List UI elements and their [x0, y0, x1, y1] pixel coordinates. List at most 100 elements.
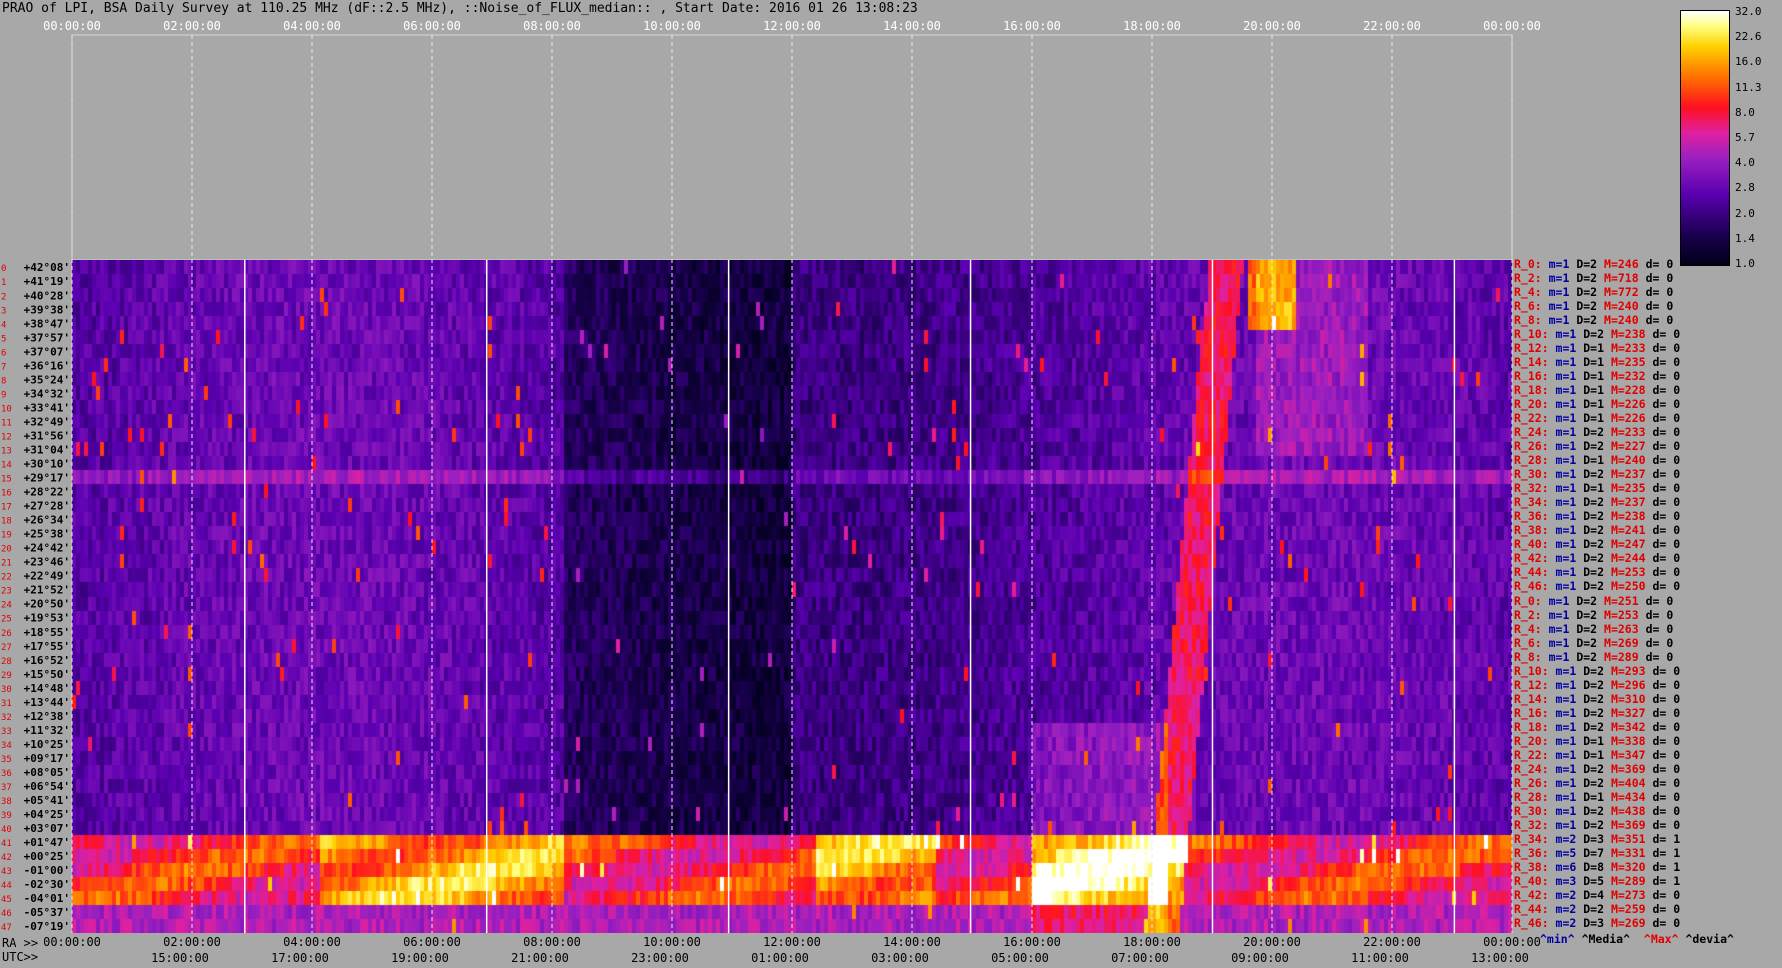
row-stat-field: m=1: [1541, 285, 1570, 300]
row-stat-field: M=240: [1604, 453, 1646, 468]
colorbar-tick-label: 22.6: [1735, 30, 1762, 44]
row-stat-field: M=241: [1604, 523, 1646, 538]
bottom-ra-tick-label: 04:00:00: [283, 935, 341, 949]
row-stat-field: m=1: [1548, 509, 1577, 524]
declination-label: +11°32': [24, 724, 70, 737]
row-stat-field: D=2: [1576, 579, 1605, 594]
row-index-label: 37: [1, 783, 12, 793]
row-stat-field: M=226: [1604, 411, 1646, 426]
row-stat-field: D=2: [1569, 313, 1598, 328]
row-stat-field: d= 0: [1645, 901, 1681, 916]
declination-label: +06°54': [24, 780, 70, 793]
declination-label: +04°25': [24, 808, 70, 821]
row-stat-field: d= 0: [1645, 677, 1681, 692]
top-ra-tick-label: 02:00:00: [163, 19, 221, 33]
row-stat-field: R_26:: [1514, 439, 1549, 454]
row-stat-field: m=1: [1548, 803, 1577, 818]
top-ra-tick-label: 22:00:00: [1363, 19, 1421, 33]
row-stat-field: D=1: [1576, 733, 1605, 748]
row-stat: R_2: m=1 D=2 M=253 d= 0: [1514, 608, 1673, 622]
row-index-label: 22: [1, 573, 12, 583]
row-stat: R_46: m=2 D=3 M=269 d= 0: [1514, 916, 1680, 930]
row-index-label: 31: [1, 699, 12, 709]
row-stat: R_20: m=1 D=1 M=338 d= 0: [1514, 734, 1680, 748]
row-stat-field: m=2: [1548, 901, 1577, 916]
row-stat-field: D=2: [1576, 775, 1605, 790]
row-stat-field: m=2: [1548, 887, 1577, 902]
row-stat-field: M=342: [1604, 719, 1646, 734]
row-index-label: 12: [1, 432, 12, 442]
declination-label: +18°55': [24, 626, 70, 639]
row-stat-field: M=293: [1604, 663, 1646, 678]
row-index-label: 36: [1, 769, 12, 779]
row-stat-field: R_2:: [1514, 271, 1542, 286]
row-stat: R_24: m=1 D=2 M=369 d= 0: [1514, 762, 1680, 776]
declination-label: +37°07': [24, 345, 70, 358]
row-stat-field: d= 0: [1638, 285, 1674, 300]
declination-label: +34°32': [24, 387, 70, 400]
row-stat-field: R_14:: [1514, 355, 1549, 370]
row-stat-field: d= 0: [1645, 733, 1681, 748]
row-index-label: 44: [1, 881, 12, 891]
row-index-label: 23: [1, 587, 12, 597]
top-ra-tick-label: 08:00:00: [523, 19, 581, 33]
row-stat-field: m=3: [1548, 873, 1577, 888]
row-stat-field: D=2: [1576, 551, 1605, 566]
bottom-ra-tick-label: 10:00:00: [643, 935, 701, 949]
row-stat-field: M=331: [1604, 845, 1646, 860]
row-stat-field: M=246: [1597, 257, 1639, 271]
declination-label: +13°44': [24, 696, 70, 709]
row-stat-field: m=1: [1548, 817, 1577, 832]
declination-label: +41°19': [24, 275, 70, 288]
row-stat-field: d= 0: [1645, 439, 1681, 454]
row-stat-field: R_40:: [1514, 537, 1549, 552]
top-ra-tick-label: 16:00:00: [1003, 19, 1061, 33]
row-index-label: 4: [1, 320, 6, 330]
declination-label: +30°10': [24, 458, 70, 471]
row-stat-field: d= 0: [1638, 649, 1674, 664]
row-stat-field: m=1: [1548, 663, 1577, 678]
row-stat-field: D=2: [1576, 495, 1605, 510]
row-stat-field: M=338: [1604, 733, 1646, 748]
row-stat-field: M=404: [1604, 775, 1646, 790]
row-stat-field: D=4: [1576, 887, 1605, 902]
row-stat: R_32: m=1 D=1 M=235 d= 0: [1514, 481, 1680, 495]
row-stat-field: R_8:: [1514, 649, 1542, 664]
row-stat-field: R_6:: [1514, 299, 1542, 314]
row-index-label: 5: [1, 334, 6, 344]
row-stat: R_22: m=1 D=1 M=347 d= 0: [1514, 748, 1680, 762]
row-stat-field: d= 0: [1645, 523, 1681, 538]
row-stat-field: R_14:: [1514, 691, 1549, 706]
row-stat: R_30: m=1 D=2 M=438 d= 0: [1514, 804, 1680, 818]
row-stat: R_12: m=1 D=1 M=233 d= 0: [1514, 341, 1680, 355]
utc-tick-label: 13:00:00: [1471, 951, 1529, 965]
row-stat: R_18: m=1 D=2 M=342 d= 0: [1514, 720, 1680, 734]
row-stat-field: m=5: [1548, 845, 1577, 860]
row-stat-field: d= 0: [1645, 803, 1681, 818]
row-stat-field: R_36:: [1514, 509, 1549, 524]
row-stat: R_40: m=3 D=5 M=289 d= 1: [1514, 874, 1680, 888]
row-stat-field: D=2: [1576, 901, 1605, 916]
top-ra-tick-label: 18:00:00: [1123, 19, 1181, 33]
row-stat-field: D=1: [1576, 383, 1605, 398]
row-stat: R_26: m=1 D=2 M=227 d= 0: [1514, 439, 1680, 453]
bottom-ra-tick-label: 00:00:00: [1483, 935, 1541, 949]
colorbar: [1680, 10, 1730, 266]
row-stat-field: m=2: [1548, 831, 1577, 846]
bottom-ra-tick-label: 08:00:00: [523, 935, 581, 949]
row-index-label: 30: [1, 685, 12, 695]
row-stat-field: m=1: [1548, 425, 1577, 440]
declination-label: +31°04': [24, 443, 70, 456]
declination-label: +03°07': [24, 822, 70, 835]
utc-tick-label: 11:00:00: [1351, 951, 1409, 965]
row-stat-field: d= 0: [1645, 761, 1681, 776]
row-stat-field: M=296: [1604, 677, 1646, 692]
row-stat-field: m=1: [1548, 551, 1577, 566]
row-index-label: 21: [1, 559, 12, 569]
row-stat-field: d= 0: [1638, 271, 1674, 286]
row-stat-field: M=718: [1597, 271, 1639, 286]
row-stat-field: M=228: [1604, 383, 1646, 398]
row-stat-field: M=347: [1604, 747, 1646, 762]
row-stat-field: m=1: [1548, 383, 1577, 398]
row-stat: R_28: m=1 D=1 M=434 d= 0: [1514, 790, 1680, 804]
